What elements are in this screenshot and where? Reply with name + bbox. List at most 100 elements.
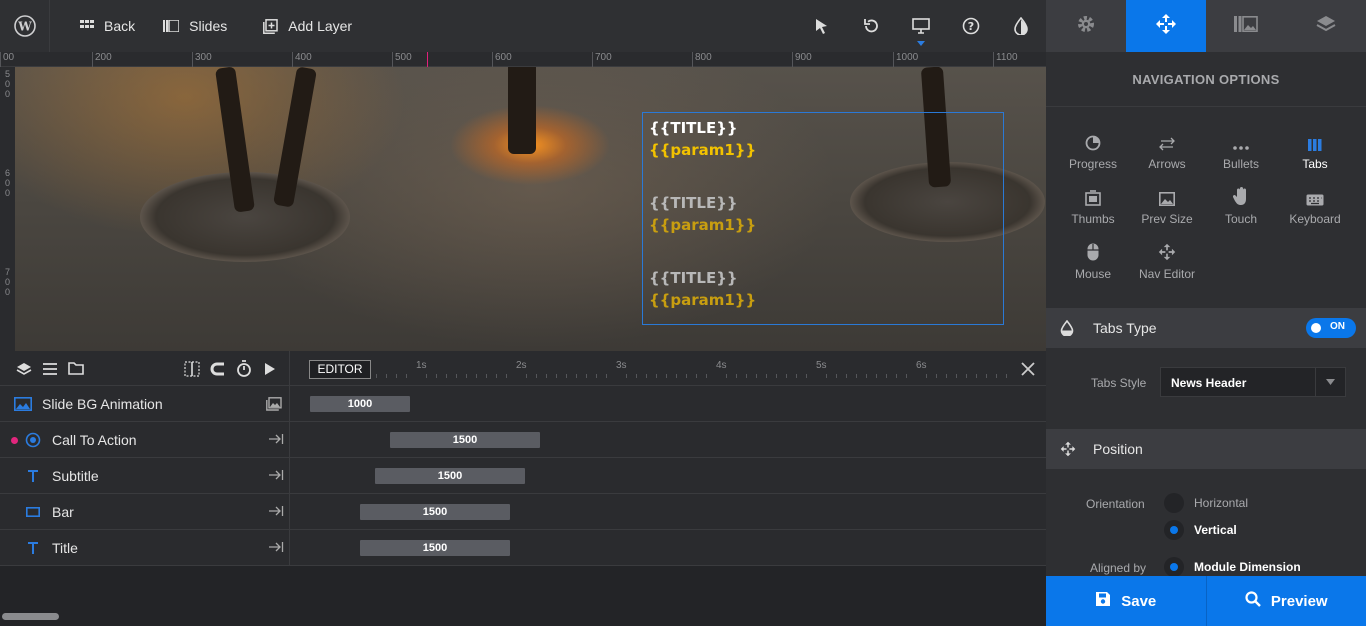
search-icon — [1245, 591, 1261, 611]
image-icon — [14, 395, 32, 413]
option-progress[interactable]: Progress — [1056, 129, 1130, 184]
wordpress-logo-icon[interactable]: W — [0, 0, 50, 52]
animation-bar[interactable]: 1500 — [360, 540, 510, 556]
add-layer-icon — [263, 18, 279, 34]
radio-label: Horizontal — [1194, 496, 1249, 510]
option-bullets[interactable]: Bullets — [1204, 129, 1278, 184]
save-bar: Save Preview — [1046, 576, 1366, 626]
time-minor-tick — [826, 374, 827, 378]
back-button[interactable]: Back — [66, 0, 149, 52]
selected-indicator — [11, 437, 18, 444]
ruler-tick: 900 — [792, 52, 812, 67]
layers-icon[interactable] — [11, 351, 37, 386]
option-label: Arrows — [1148, 157, 1186, 171]
ruler-tick: 1100 — [993, 52, 1018, 67]
time-tick: 2s — [516, 360, 527, 371]
close-icon[interactable] — [1018, 359, 1038, 379]
tab-slide-settings[interactable] — [1206, 0, 1286, 52]
radio-label: Module Dimension — [1194, 560, 1301, 574]
time-minor-tick — [526, 374, 527, 378]
tabs-navigation-preview[interactable]: {{TITLE}} {{param1}} {{TITLE}} {{param1}… — [642, 112, 1004, 325]
timeline-ruler: 1s 2s 3s 4s 5s 6s — [372, 351, 1012, 386]
tab-param: {{param1}} — [649, 291, 757, 309]
select-value: News Header — [1171, 376, 1247, 390]
jump-to-end-icon[interactable] — [268, 504, 284, 520]
time-minor-tick — [906, 374, 907, 378]
animation-bar[interactable]: 1000 — [310, 396, 410, 412]
option-keyboard[interactable]: Keyboard — [1278, 184, 1352, 239]
editor-button[interactable]: EDITOR — [309, 360, 371, 379]
time-minor-tick — [626, 374, 627, 378]
aligned-module-radio[interactable] — [1164, 557, 1184, 577]
time-minor-tick — [726, 374, 727, 378]
list-icon[interactable] — [37, 351, 63, 386]
svg-text:W: W — [17, 20, 32, 34]
horizontal-scrollbar[interactable] — [2, 613, 59, 620]
arrows-icon — [1130, 129, 1204, 151]
timeline-row[interactable]: Subtitle 1500 — [0, 458, 1046, 494]
option-tabs[interactable]: Tabs — [1278, 129, 1352, 184]
play-icon[interactable] — [257, 351, 283, 386]
magnet-icon[interactable] — [205, 351, 231, 386]
timeline-row[interactable]: Slide BG Animation 1000 — [0, 386, 1046, 422]
time-minor-tick — [886, 374, 887, 378]
hand-icon — [1204, 184, 1278, 206]
option-label: Tabs — [1302, 157, 1328, 171]
tab-general-settings[interactable] — [1046, 0, 1126, 52]
tabs-type-section[interactable]: Tabs Type ON — [1046, 308, 1366, 348]
gallery-icon[interactable] — [266, 397, 282, 414]
animation-bar[interactable]: 1500 — [360, 504, 510, 520]
timeline-row[interactable]: Bar 1500 — [0, 494, 1046, 530]
jump-to-end-icon[interactable] — [268, 432, 284, 448]
layer-name: Title — [52, 539, 78, 556]
timeline-row[interactable]: Call To Action 1500 — [0, 422, 1046, 458]
jump-to-end-icon[interactable] — [268, 540, 284, 556]
top-toolbar: W Back Slides Add Layer ? — [0, 0, 1046, 52]
help-icon[interactable]: ? — [946, 0, 996, 52]
folder-icon[interactable] — [63, 351, 89, 386]
cursor-icon[interactable] — [796, 0, 846, 52]
tab-navigation[interactable] — [1126, 0, 1206, 52]
add-layer-button[interactable]: Add Layer — [249, 0, 366, 52]
option-prev-size[interactable]: Prev Size — [1130, 184, 1204, 239]
jump-to-end-icon[interactable] — [268, 468, 284, 484]
animation-bar[interactable]: 1500 — [375, 468, 525, 484]
tab-layers[interactable] — [1286, 0, 1366, 52]
desktop-view-icon[interactable] — [896, 0, 946, 52]
contrast-icon[interactable] — [996, 0, 1046, 52]
slides-button[interactable]: Slides — [149, 0, 241, 52]
timeline-row[interactable]: Title 1500 — [0, 530, 1046, 566]
toggle-knob — [1311, 323, 1321, 333]
animation-bar[interactable]: 1500 — [390, 432, 540, 448]
save-button[interactable]: Save — [1046, 576, 1206, 626]
time-minor-tick — [776, 374, 777, 378]
time-minor-tick — [856, 374, 857, 378]
undo-icon[interactable] — [846, 0, 896, 52]
ruler-tick: 800 — [692, 52, 712, 67]
orientation-vertical-radio[interactable] — [1164, 520, 1184, 540]
text-icon — [24, 539, 42, 557]
ruler-tick: 300 — [192, 52, 212, 67]
option-arrows[interactable]: Arrows — [1130, 129, 1204, 184]
option-nav-editor[interactable]: Nav Editor — [1130, 239, 1204, 294]
slides-icon — [1234, 15, 1258, 37]
split-view-icon[interactable] — [179, 351, 205, 386]
tree-trunk-image — [508, 67, 536, 154]
time-minor-tick — [536, 374, 537, 378]
position-section[interactable]: Position — [1046, 429, 1366, 469]
option-touch[interactable]: Touch — [1204, 184, 1278, 239]
tabs-style-select[interactable]: News Header — [1160, 367, 1346, 397]
slide-canvas[interactable]: {{TITLE}} {{param1}} {{TITLE}} {{param1}… — [15, 67, 1046, 351]
navigation-options-panel: NAVIGATION OPTIONS Progress Arrows Bulle… — [1046, 52, 1366, 626]
preview-button[interactable]: Preview — [1205, 576, 1366, 626]
ruler-tick: 00 — [0, 52, 14, 67]
tabs-enabled-toggle[interactable]: ON — [1306, 318, 1356, 338]
option-thumbs[interactable]: Thumbs — [1056, 184, 1130, 239]
option-label: Keyboard — [1289, 212, 1341, 226]
time-minor-tick — [606, 374, 607, 378]
orientation-horizontal-radio[interactable] — [1164, 493, 1184, 513]
stopwatch-icon[interactable] — [231, 351, 257, 386]
time-minor-tick — [666, 374, 667, 378]
option-mouse[interactable]: Mouse — [1056, 239, 1130, 294]
mouse-icon — [1056, 239, 1130, 261]
